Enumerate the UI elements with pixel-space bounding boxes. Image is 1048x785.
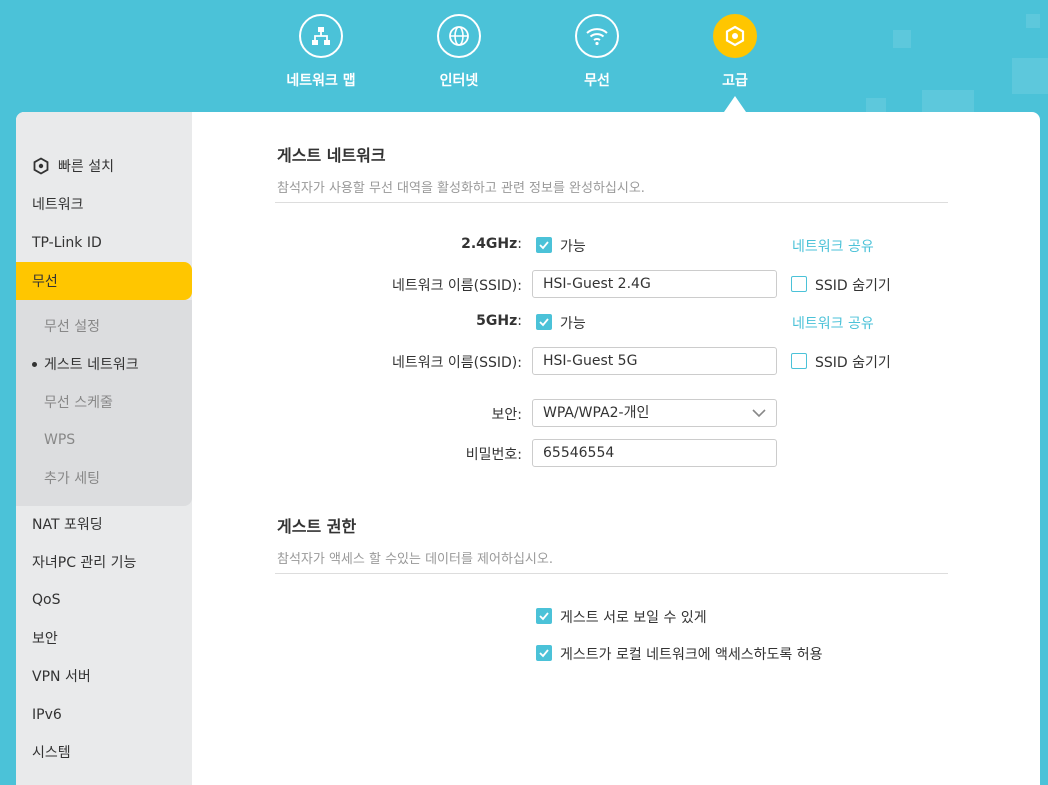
- sidebar-item-nat-forwarding[interactable]: NAT 포워딩: [16, 505, 192, 543]
- band-24-label: 2.4GHz:: [461, 236, 522, 252]
- globe-icon: [437, 14, 481, 58]
- section-divider: [275, 202, 948, 203]
- content-area: 게스트 네트워크 참석자가 사용할 무선 대역을 활성화하고 관련 정보를 완성…: [192, 112, 1040, 785]
- security-label: 보안:: [491, 407, 522, 423]
- sidebar-subitem-label: WPS: [44, 432, 76, 448]
- sidebar-item-network[interactable]: 네트워크: [16, 185, 192, 223]
- nav-label: 네트워크 맵: [286, 73, 356, 89]
- sidebar-item-parental-controls[interactable]: 자녀PC 관리 기능: [16, 543, 192, 581]
- sidebar-item-ipv6[interactable]: IPv6: [16, 696, 192, 734]
- sidebar-subitem-guest-network[interactable]: 게스트 네트워크: [16, 346, 192, 382]
- ssid-24-hide-label: SSID 숨기기: [815, 278, 891, 294]
- sidebar-subitem-wps[interactable]: WPS: [16, 422, 192, 458]
- sidebar-item-label: VPN 서버: [32, 669, 91, 685]
- see-each-other-checkbox[interactable]: [536, 608, 552, 624]
- sidebar-item-label: 자녀PC 관리 기능: [32, 555, 137, 571]
- gear-icon: [33, 157, 49, 175]
- sidebar-item-tplink-id[interactable]: TP-Link ID: [16, 224, 192, 262]
- security-select-value: WPA/WPA2-개인: [543, 405, 650, 421]
- sidebar-item-vpn-server[interactable]: VPN 서버: [16, 657, 192, 695]
- sidebar-item-label: 네트워크: [32, 197, 84, 213]
- ssid-5-label: 네트워크 이름(SSID):: [391, 355, 522, 371]
- band-24-share-network-link[interactable]: 네트워크 공유: [792, 236, 874, 256]
- ssid-24-label: 네트워크 이름(SSID):: [391, 278, 522, 294]
- ssid-24-input[interactable]: HSI-Guest 2.4G: [532, 270, 777, 298]
- main-panel: 빠른 설치 네트워크 TP-Link ID 무선 무선 설정 게스트 네트워크 …: [16, 112, 1040, 785]
- sidebar-item-label: IPv6: [32, 707, 62, 723]
- sidebar: 빠른 설치 네트워크 TP-Link ID 무선 무선 설정 게스트 네트워크 …: [16, 112, 192, 785]
- ssid-5-input[interactable]: HSI-Guest 5G: [532, 347, 777, 375]
- sidebar-item-label: 빠른 설치: [58, 159, 114, 175]
- section-title-guest-network: 게스트 네트워크: [277, 146, 386, 165]
- sidebar-item-label: 무선: [32, 274, 58, 290]
- section-description: 참석자가 액세스 할 수있는 데이터를 제어하십시오.: [277, 552, 553, 567]
- sidebar-item-label: TP-Link ID: [32, 235, 102, 251]
- section-title-guest-permissions: 게스트 권한: [277, 517, 357, 536]
- sidebar-subitem-wireless-schedule[interactable]: 무선 스케줄: [16, 384, 192, 420]
- nav-advanced[interactable]: 고급: [675, 14, 795, 90]
- section-description: 참석자가 사용할 무선 대역을 활성화하고 관련 정보를 완성하십시오.: [277, 181, 645, 196]
- sidebar-item-label: 시스템: [32, 745, 71, 761]
- band-24-enable-label: 가능: [560, 239, 586, 255]
- sidebar-subitem-label: 추가 세팅: [44, 471, 100, 487]
- nav-label: 인터넷: [439, 73, 479, 89]
- ssid-5-hide-checkbox[interactable]: [791, 353, 807, 369]
- chevron-down-icon: [752, 409, 766, 418]
- band-5-label: 5GHz:: [476, 313, 522, 329]
- ssid-5-hide-label: SSID 숨기기: [815, 355, 891, 371]
- gear-icon: [713, 14, 757, 58]
- security-select[interactable]: WPA/WPA2-개인: [532, 399, 777, 427]
- top-navigation: 네트워크 맵 인터넷 무선 고급: [0, 0, 1048, 112]
- sidebar-item-label: 보안: [32, 631, 58, 647]
- nav-internet[interactable]: 인터넷: [399, 14, 519, 90]
- nav-network-map[interactable]: 네트워크 맵: [261, 14, 381, 90]
- sidebar-subitem-label: 게스트 네트워크: [44, 357, 139, 373]
- sidebar-item-label: NAT 포워딩: [32, 517, 103, 533]
- sidebar-item-security[interactable]: 보안: [16, 619, 192, 657]
- sidebar-subitem-label: 무선 설정: [44, 319, 100, 335]
- password-label: 비밀번호:: [465, 447, 522, 463]
- wifi-icon: [575, 14, 619, 58]
- local-access-label: 게스트가 로컬 네트워크에 액세스하도록 허용: [560, 647, 823, 663]
- sidebar-item-system[interactable]: 시스템: [16, 733, 192, 771]
- sidebar-item-wireless[interactable]: 무선: [16, 262, 192, 300]
- band-24-enable-checkbox[interactable]: [536, 237, 552, 253]
- active-nav-pointer: [724, 96, 746, 112]
- nav-label: 무선: [584, 73, 610, 89]
- nav-label: 고급: [722, 73, 748, 89]
- see-each-other-label: 게스트 서로 보일 수 있게: [560, 610, 707, 626]
- band-5-enable-checkbox[interactable]: [536, 314, 552, 330]
- band-5-enable-label: 가능: [560, 316, 586, 332]
- sidebar-subitem-additional-settings[interactable]: 추가 세팅: [16, 460, 192, 496]
- sidebar-item-label: QoS: [32, 592, 61, 608]
- sidebar-subitem-wireless-settings[interactable]: 무선 설정: [16, 308, 192, 344]
- band-5-share-network-link[interactable]: 네트워크 공유: [792, 313, 874, 333]
- sidebar-subitem-label: 무선 스케줄: [44, 395, 113, 411]
- ssid-24-hide-checkbox[interactable]: [791, 276, 807, 292]
- section-divider: [275, 573, 948, 574]
- network-map-icon: [299, 14, 343, 58]
- password-input[interactable]: 65546554: [532, 439, 777, 467]
- nav-wireless[interactable]: 무선: [537, 14, 657, 90]
- local-access-checkbox[interactable]: [536, 645, 552, 661]
- sidebar-item-quick-setup[interactable]: 빠른 설치: [16, 147, 192, 185]
- sidebar-item-qos[interactable]: QoS: [16, 581, 192, 619]
- current-indicator: [32, 361, 37, 367]
